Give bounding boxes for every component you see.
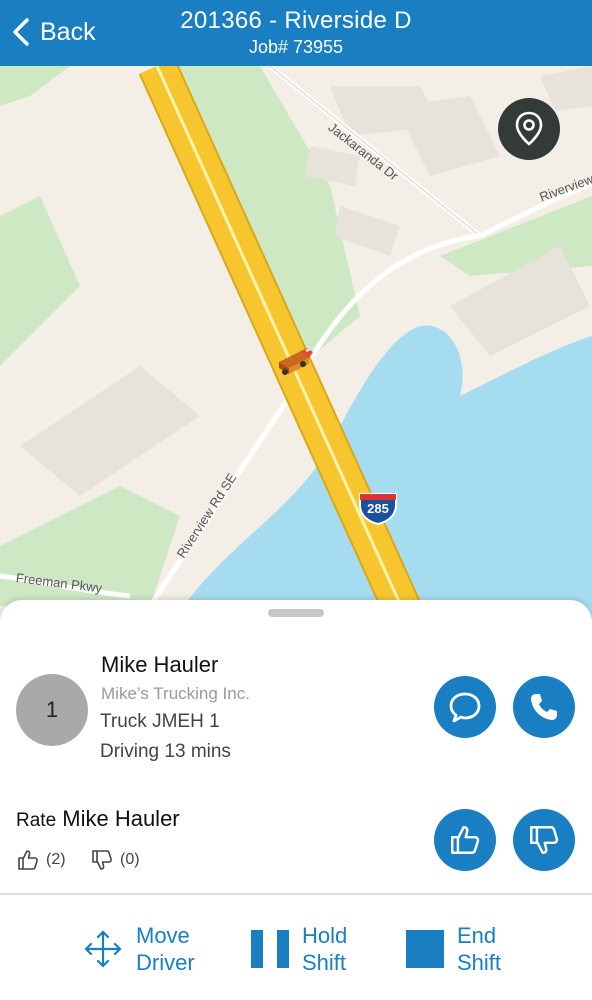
message-button[interactable] (434, 676, 496, 738)
hold-shift-label-line2: Shift (302, 950, 347, 975)
thumbs-down-icon (530, 826, 559, 854)
thumbs-up-count-value: (2) (46, 851, 66, 868)
truck-marker[interactable] (275, 344, 315, 378)
driver-name: Mike Hauler (101, 652, 219, 677)
driver-status: Driving 13 mins (100, 741, 231, 762)
page-title: 201366 - Riverside D (180, 7, 412, 34)
call-button[interactable] (513, 676, 575, 738)
hold-shift-label-line1: Hold (302, 923, 348, 948)
actions-divider (0, 893, 592, 895)
hold-shift-button[interactable]: Hold Shift (250, 922, 382, 976)
map-pin-icon (515, 111, 543, 146)
driver-truck: Truck JMEH 1 (100, 711, 220, 732)
highway-shield: 285 (357, 491, 399, 526)
end-shift-label-line1: End (457, 923, 497, 948)
driver-sheet: 1 Mike Hauler Mike’s Trucking Inc. Truck… (0, 600, 592, 1000)
end-shift-label-line2: Shift (457, 950, 502, 975)
locate-button[interactable] (498, 98, 560, 160)
thumbs-down-button[interactable] (513, 809, 575, 871)
job-number: Job# 73955 (248, 37, 344, 57)
hold-shift-label: Hold Shift (302, 922, 382, 976)
thumbs-up-count[interactable]: (2) (16, 848, 66, 872)
header-title-group: 201366 - Riverside D Job# 73955 (0, 6, 592, 58)
thumbs-down-outline-icon (92, 850, 112, 870)
driver-position: 1 (45, 697, 59, 722)
driver-avatar: 1 (16, 674, 88, 746)
rate-driver-name: Mike Hauler (62, 806, 180, 831)
rate-label: Rate (16, 810, 57, 831)
move-driver-label-line1: Move (136, 923, 190, 948)
thumbs-up-outline-icon (18, 850, 38, 870)
thumbs-down-count[interactable]: (0) (90, 848, 140, 872)
chat-bubble-icon (449, 692, 481, 723)
move-driver-button[interactable]: Move Driver (82, 922, 216, 976)
highway-number: 285 (367, 501, 389, 516)
move-driver-label-line2: Driver (136, 950, 195, 975)
truck-icon (279, 348, 313, 375)
thumbs-down-count-value: (0) (120, 851, 140, 868)
map-view[interactable]: Jackaranda Dr Riverview Riverview Rd SE … (0, 66, 592, 626)
phone-icon (531, 694, 557, 720)
end-shift-label: End Shift (457, 922, 537, 976)
thumbs-up-button[interactable] (434, 809, 496, 871)
end-shift-button[interactable]: End Shift (405, 922, 537, 976)
driver-company: Mike’s Trucking Inc. (101, 684, 250, 703)
move-arrows-icon (84, 930, 122, 968)
move-driver-label: Move Driver (136, 922, 216, 976)
sheet-drag-handle[interactable] (268, 609, 324, 617)
pause-icon (251, 930, 289, 968)
thumbs-up-icon (451, 826, 480, 854)
stop-icon (406, 930, 444, 968)
rate-heading: Rate Mike Hauler (16, 806, 180, 832)
header-bar: Back 201366 - Riverside D Job# 73955 (0, 0, 592, 66)
